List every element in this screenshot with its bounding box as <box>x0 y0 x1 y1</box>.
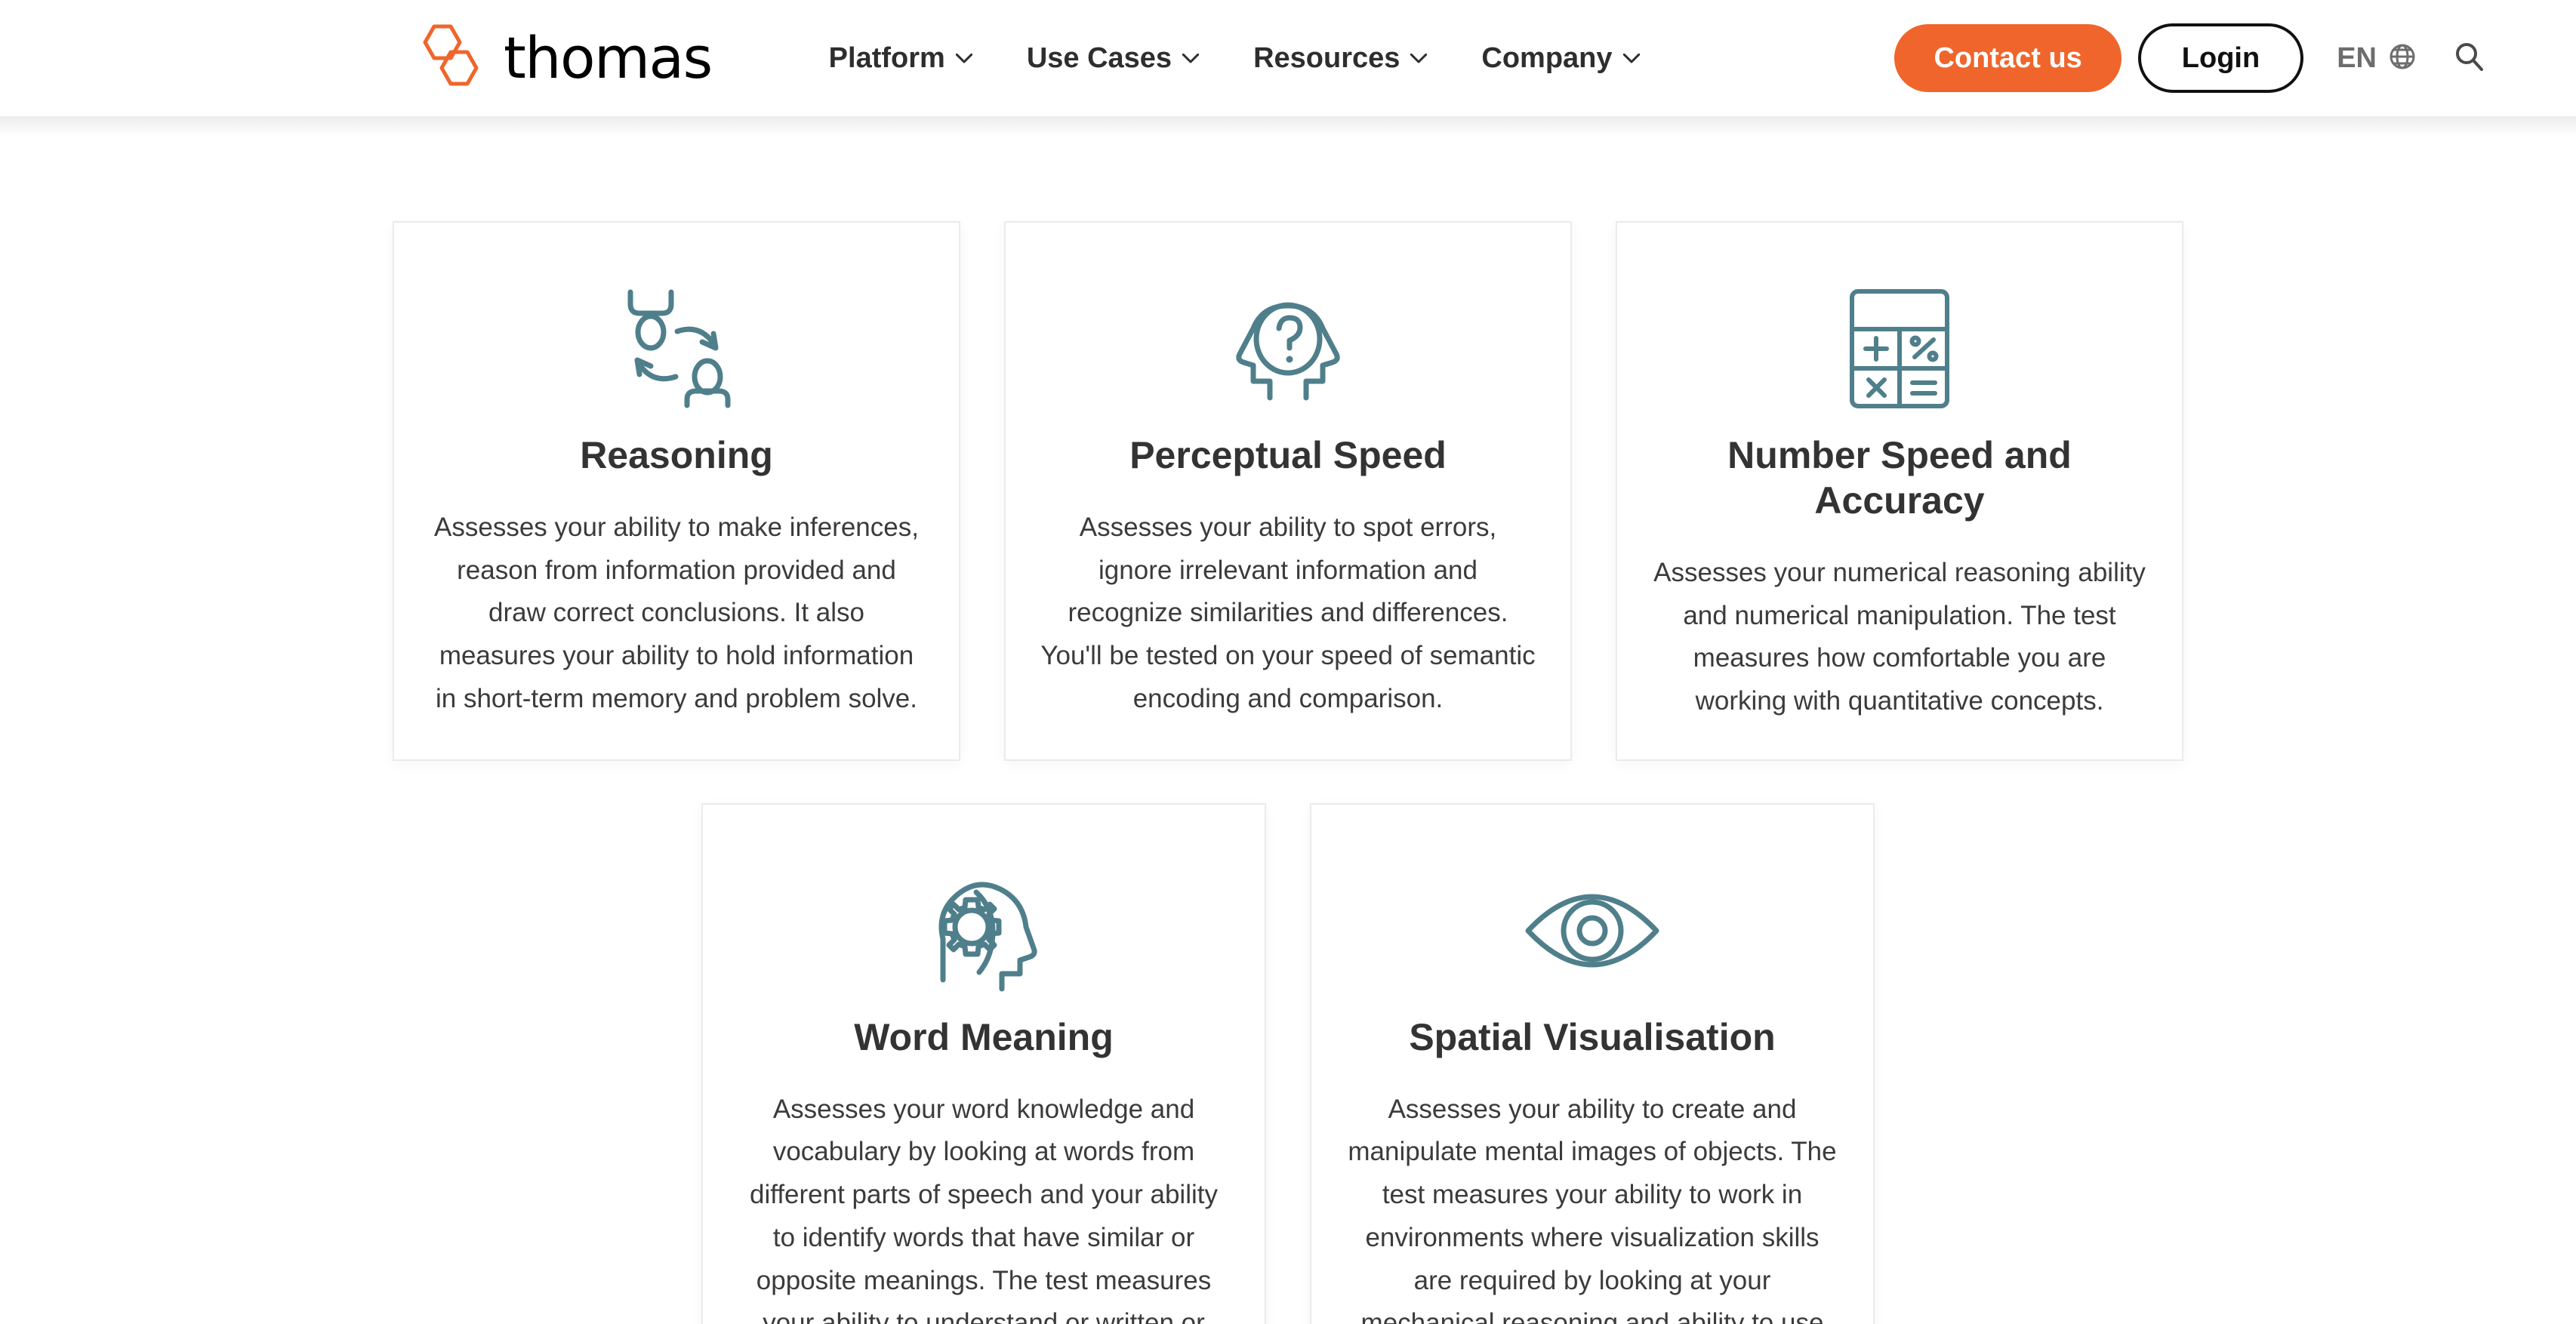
chevron-down-icon <box>1182 53 1200 63</box>
calculator-icon <box>1843 268 1956 430</box>
nav-item-company[interactable]: Company <box>1481 42 1641 74</box>
globe-icon <box>2387 42 2417 75</box>
card-spatial-visualisation[interactable]: Spatial Visualisation Assesses your abil… <box>1310 802 1875 1324</box>
chevron-down-icon <box>955 53 973 63</box>
card-word-meaning[interactable]: Word Meaning Assesses your word knowledg… <box>701 802 1266 1324</box>
card-body: Assesses your word knowledge and vocabul… <box>749 1094 1218 1324</box>
card-title: Spatial Visualisation <box>1409 1015 1776 1058</box>
card-title: Perceptual Speed <box>1129 434 1447 476</box>
cards-row-bottom: Word Meaning Assesses your word knowledg… <box>0 802 2576 1324</box>
card-body: Assesses your ability to spot errors, ig… <box>1040 513 1536 713</box>
site-header: thomas Platform Use Cases Resources Comp… <box>0 0 2576 136</box>
nav-item-use-cases[interactable]: Use Cases <box>1026 42 1200 74</box>
logo-wordmark: thomas <box>504 24 713 91</box>
card-reasoning[interactable]: Reasoning Assesses your ability to make … <box>393 221 960 761</box>
main-nav: Platform Use Cases Resources Company <box>828 42 1641 74</box>
language-code-label: EN <box>2337 42 2377 74</box>
eye-icon <box>1521 850 1664 1011</box>
header-inner: thomas Platform Use Cases Resources Comp… <box>0 0 2576 116</box>
head-with-gear-icon <box>923 850 1044 1011</box>
nav-item-label: Use Cases <box>1026 42 1172 74</box>
card-title: Word Meaning <box>854 1015 1114 1058</box>
nav-item-label: Platform <box>828 42 945 74</box>
site-logo[interactable]: thomas <box>411 22 713 95</box>
search-icon <box>2452 40 2485 77</box>
cards-row-top: Reasoning Assesses your ability to make … <box>0 221 2576 761</box>
two-heads-question-mark-icon <box>1220 268 1356 430</box>
search-button[interactable] <box>2452 40 2485 77</box>
chevron-down-icon <box>1622 53 1641 63</box>
contact-us-button[interactable]: Contact us <box>1894 24 2122 92</box>
language-switcher[interactable]: EN <box>2337 42 2417 75</box>
login-button[interactable]: Login <box>2137 23 2304 93</box>
card-body: Assesses your ability to create and mani… <box>1348 1094 1837 1324</box>
card-body: Assesses your ability to make inferences… <box>434 513 919 713</box>
card-title: Number Speed and Accuracy <box>1727 434 2072 522</box>
chevron-down-icon <box>1410 53 1428 63</box>
nav-item-resources[interactable]: Resources <box>1253 42 1428 74</box>
card-title: Reasoning <box>580 434 773 476</box>
nav-item-label: Company <box>1481 42 1613 74</box>
people-exchange-arrows-icon <box>612 268 741 430</box>
thomas-hexagon-logo-icon <box>411 22 493 95</box>
header-actions: Contact us Login EN <box>1894 23 2485 93</box>
aptitude-tests-section: Reasoning Assesses your ability to make … <box>0 116 2576 1324</box>
nav-item-label: Resources <box>1253 42 1400 74</box>
card-perceptual-speed[interactable]: Perceptual Speed Assesses your ability t… <box>1004 221 1572 761</box>
card-body: Assesses your numerical reasoning abilit… <box>1653 558 2146 716</box>
nav-item-platform[interactable]: Platform <box>828 42 973 74</box>
card-number-speed-and-accuracy[interactable]: Number Speed and Accuracy Assesses your … <box>1616 221 2183 761</box>
